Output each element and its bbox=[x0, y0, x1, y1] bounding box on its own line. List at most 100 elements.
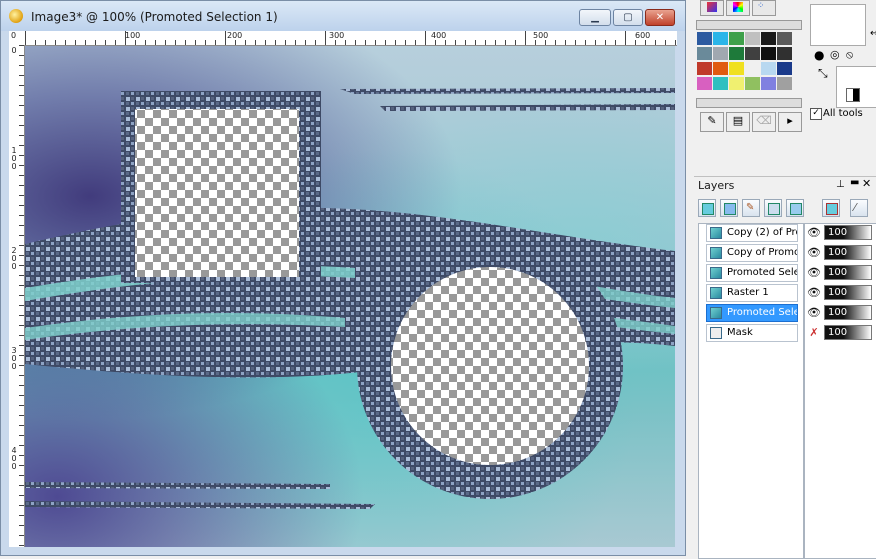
hidden-eye-icon[interactable]: ✗ bbox=[806, 325, 822, 341]
ruler-tick bbox=[345, 40, 346, 45]
pin-icon[interactable]: ⊥ bbox=[836, 179, 845, 190]
properties-button[interactable]: ⁄ bbox=[850, 199, 868, 217]
image-canvas[interactable] bbox=[25, 46, 675, 547]
layer-row[interactable]: Mask bbox=[706, 324, 798, 342]
foreground-swatch[interactable] bbox=[810, 4, 866, 46]
color-swatch[interactable] bbox=[761, 47, 776, 60]
visibility-eye-icon[interactable]: 👁 bbox=[806, 225, 822, 241]
maximize-icon: ▢ bbox=[623, 12, 633, 23]
layer-name: Mask bbox=[727, 327, 753, 338]
solid-icon[interactable]: ● bbox=[814, 48, 824, 62]
visibility-eye-icon[interactable]: 👁 bbox=[806, 265, 822, 281]
color-swatch[interactable] bbox=[729, 77, 744, 90]
materials-palette: ⁘ ✎ ▤ ⌫ ▸ bbox=[694, 0, 808, 132]
ruler-label: 200 bbox=[227, 31, 243, 40]
ruler-tick bbox=[19, 235, 24, 236]
swatch-grid[interactable] bbox=[697, 32, 801, 94]
color-swatch[interactable] bbox=[745, 77, 760, 90]
color-swatch[interactable] bbox=[697, 47, 712, 60]
opacity-value: 100 bbox=[828, 247, 848, 258]
new-art-media-layer-button[interactable]: ✎ bbox=[742, 199, 760, 217]
brush-options-button[interactable]: ✎ bbox=[700, 112, 724, 132]
layer-name: Copy (2) of Prom bbox=[727, 227, 797, 238]
title-bar[interactable]: Image3* @ 100% (Promoted Selection 1) ▁ … bbox=[1, 1, 685, 31]
opacity-slider[interactable]: 100 bbox=[824, 285, 872, 300]
visibility-eye-icon[interactable]: 👁 bbox=[806, 245, 822, 261]
gradient-icon[interactable]: ◎ bbox=[830, 48, 840, 61]
color-swatch[interactable] bbox=[777, 32, 792, 45]
maximize-button[interactable]: ▢ bbox=[613, 9, 643, 26]
opacity-slider[interactable]: 100 bbox=[824, 305, 872, 320]
color-swatch[interactable] bbox=[745, 47, 760, 60]
color-swatch[interactable] bbox=[697, 77, 712, 90]
document-icon: ▤ bbox=[732, 114, 744, 127]
dots-tab[interactable]: ⁘ bbox=[752, 0, 776, 16]
none-icon[interactable]: ⦸ bbox=[846, 48, 853, 62]
color-swatch[interactable] bbox=[745, 62, 760, 75]
minimize-panel-icon[interactable]: ▬ bbox=[850, 177, 859, 188]
opacity-slider[interactable]: 100 bbox=[824, 265, 872, 280]
color-swatch[interactable] bbox=[713, 77, 728, 90]
color-swatch[interactable] bbox=[713, 62, 728, 75]
layer-name: Promoted Select bbox=[727, 307, 797, 318]
new-adjustment-layer-button[interactable] bbox=[786, 199, 804, 217]
ruler-tick bbox=[195, 40, 196, 45]
close-button[interactable]: ✕ bbox=[645, 9, 675, 26]
ruler-tick bbox=[19, 205, 24, 206]
close-panel-icon[interactable]: ✕ bbox=[862, 177, 871, 190]
color-swatch[interactable] bbox=[761, 77, 776, 90]
opacity-slider[interactable]: 100 bbox=[824, 225, 872, 240]
rainbow-tab[interactable] bbox=[726, 0, 750, 16]
copy-button[interactable]: ▤ bbox=[726, 112, 750, 132]
new-mask-layer-button[interactable] bbox=[764, 199, 782, 217]
color-swatch[interactable] bbox=[697, 62, 712, 75]
visibility-eye-icon[interactable]: 👁 bbox=[806, 285, 822, 301]
ruler-tick bbox=[19, 415, 24, 416]
minimize-button[interactable]: ▁ bbox=[579, 9, 611, 26]
delete-button[interactable]: ⌫ bbox=[752, 112, 776, 132]
ruler-tick bbox=[545, 40, 546, 45]
ruler-tick bbox=[19, 345, 24, 346]
palette-scroll[interactable] bbox=[696, 20, 802, 30]
swatches-tab[interactable] bbox=[700, 0, 724, 16]
ruler-tick bbox=[655, 40, 656, 45]
layer-row[interactable]: Copy of Promote bbox=[706, 244, 798, 262]
color-swatch[interactable] bbox=[729, 47, 744, 60]
ruler-tick bbox=[395, 40, 396, 45]
color-swatch[interactable] bbox=[761, 32, 776, 45]
opacity-slider[interactable]: 100 bbox=[824, 325, 872, 340]
opacity-slider[interactable]: 100 bbox=[824, 245, 872, 260]
more-button[interactable]: ▸ bbox=[778, 112, 802, 132]
color-swatch[interactable] bbox=[761, 62, 776, 75]
layer-name: Raster 1 bbox=[727, 287, 769, 298]
ruler-tick bbox=[155, 40, 156, 45]
color-swatch[interactable] bbox=[777, 77, 792, 90]
duplicate-layer-button[interactable] bbox=[822, 199, 840, 217]
swap-arrow-icon[interactable]: ↔ bbox=[870, 28, 876, 39]
color-swatch[interactable] bbox=[729, 62, 744, 75]
layer-row[interactable]: Copy (2) of Prom bbox=[706, 224, 798, 242]
color-swatch[interactable] bbox=[697, 32, 712, 45]
ruler-tick bbox=[19, 135, 24, 136]
color-swatch[interactable] bbox=[729, 32, 744, 45]
all-tools-checkbox[interactable]: ✓ bbox=[810, 108, 822, 120]
new-vector-layer-button[interactable] bbox=[720, 199, 738, 217]
color-swatch[interactable] bbox=[713, 32, 728, 45]
color-swatch[interactable] bbox=[713, 47, 728, 60]
new-raster-layer-button[interactable] bbox=[698, 199, 716, 217]
layer-row[interactable]: Raster 1 bbox=[706, 284, 798, 302]
layer-row[interactable]: Promoted Select bbox=[706, 264, 798, 282]
ruler-label: 100 bbox=[11, 146, 17, 171]
color-swatch[interactable] bbox=[777, 47, 792, 60]
palette-scroll-bottom[interactable] bbox=[696, 98, 802, 108]
ruler-tick bbox=[105, 40, 106, 45]
color-swatch[interactable] bbox=[745, 32, 760, 45]
ruler-tick bbox=[19, 55, 24, 56]
visibility-eye-icon[interactable]: 👁 bbox=[806, 305, 822, 321]
ruler-tick bbox=[19, 365, 24, 366]
layer-row-selected[interactable]: Promoted Select bbox=[706, 304, 798, 322]
layer-name: Copy of Promote bbox=[727, 247, 797, 258]
color-swatch[interactable] bbox=[777, 62, 792, 75]
swap-colors-icon[interactable]: ⤡ bbox=[818, 66, 828, 81]
ruler-tick bbox=[295, 40, 296, 45]
